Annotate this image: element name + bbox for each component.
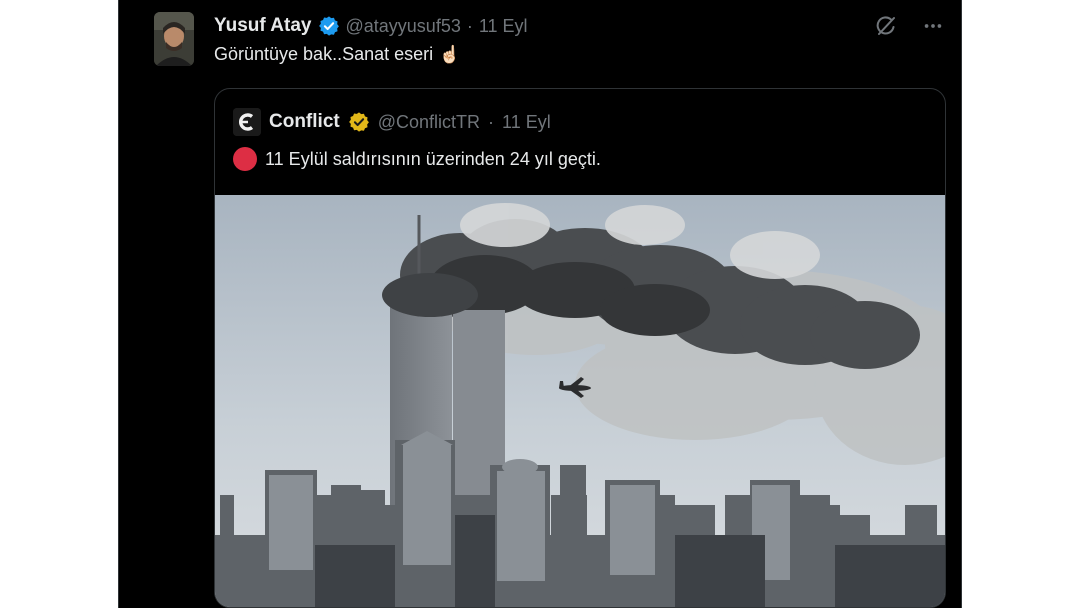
conflict-logo-icon[interactable] bbox=[233, 108, 261, 136]
red-circle-icon bbox=[233, 147, 257, 171]
author-handle[interactable]: @atayyusuf53 bbox=[346, 16, 461, 37]
more-icon[interactable] bbox=[922, 15, 944, 37]
tweet-body: Görüntüye bak..Sanat eseri ☝🏻 bbox=[214, 44, 460, 65]
verified-badge-icon bbox=[318, 15, 340, 37]
avatar[interactable] bbox=[154, 12, 194, 66]
tweet-header: Yusuf Atay @atayyusuf53 · 11 Eyl bbox=[214, 13, 528, 39]
post-date[interactable]: 11 Eyl bbox=[479, 16, 528, 37]
quote-handle[interactable]: @ConflictTR bbox=[378, 112, 480, 133]
right-border bbox=[961, 0, 962, 608]
grok-icon[interactable] bbox=[874, 14, 898, 38]
quote-author-name[interactable]: Conflict bbox=[269, 111, 340, 133]
author-name[interactable]: Yusuf Atay bbox=[214, 15, 312, 37]
gold-verified-badge-icon bbox=[348, 111, 370, 133]
left-border bbox=[118, 0, 119, 608]
post-actions bbox=[874, 14, 944, 38]
quote-text: 11 Eylül saldırısının üzerinden 24 yıl g… bbox=[265, 148, 601, 169]
quote-dot-separator: · bbox=[488, 111, 495, 132]
quote-header: Conflict @ConflictTR · 11 Eyl bbox=[233, 108, 551, 136]
tweet-text: Görüntüye bak..Sanat eseri bbox=[214, 44, 434, 64]
dot-separator: · bbox=[466, 15, 473, 36]
pointing-up-emoji: ☝🏻 bbox=[439, 44, 461, 64]
quote-body: 11 Eylül saldırısının üzerinden 24 yıl g… bbox=[233, 147, 601, 171]
quote-media-image[interactable] bbox=[215, 195, 945, 607]
quote-date[interactable]: 11 Eyl bbox=[502, 112, 551, 133]
quoted-post[interactable]: Conflict @ConflictTR · 11 Eyl 11 Eylül s… bbox=[214, 88, 946, 608]
post-panel: Yusuf Atay @atayyusuf53 · 11 Eyl Görüntü… bbox=[118, 0, 962, 608]
